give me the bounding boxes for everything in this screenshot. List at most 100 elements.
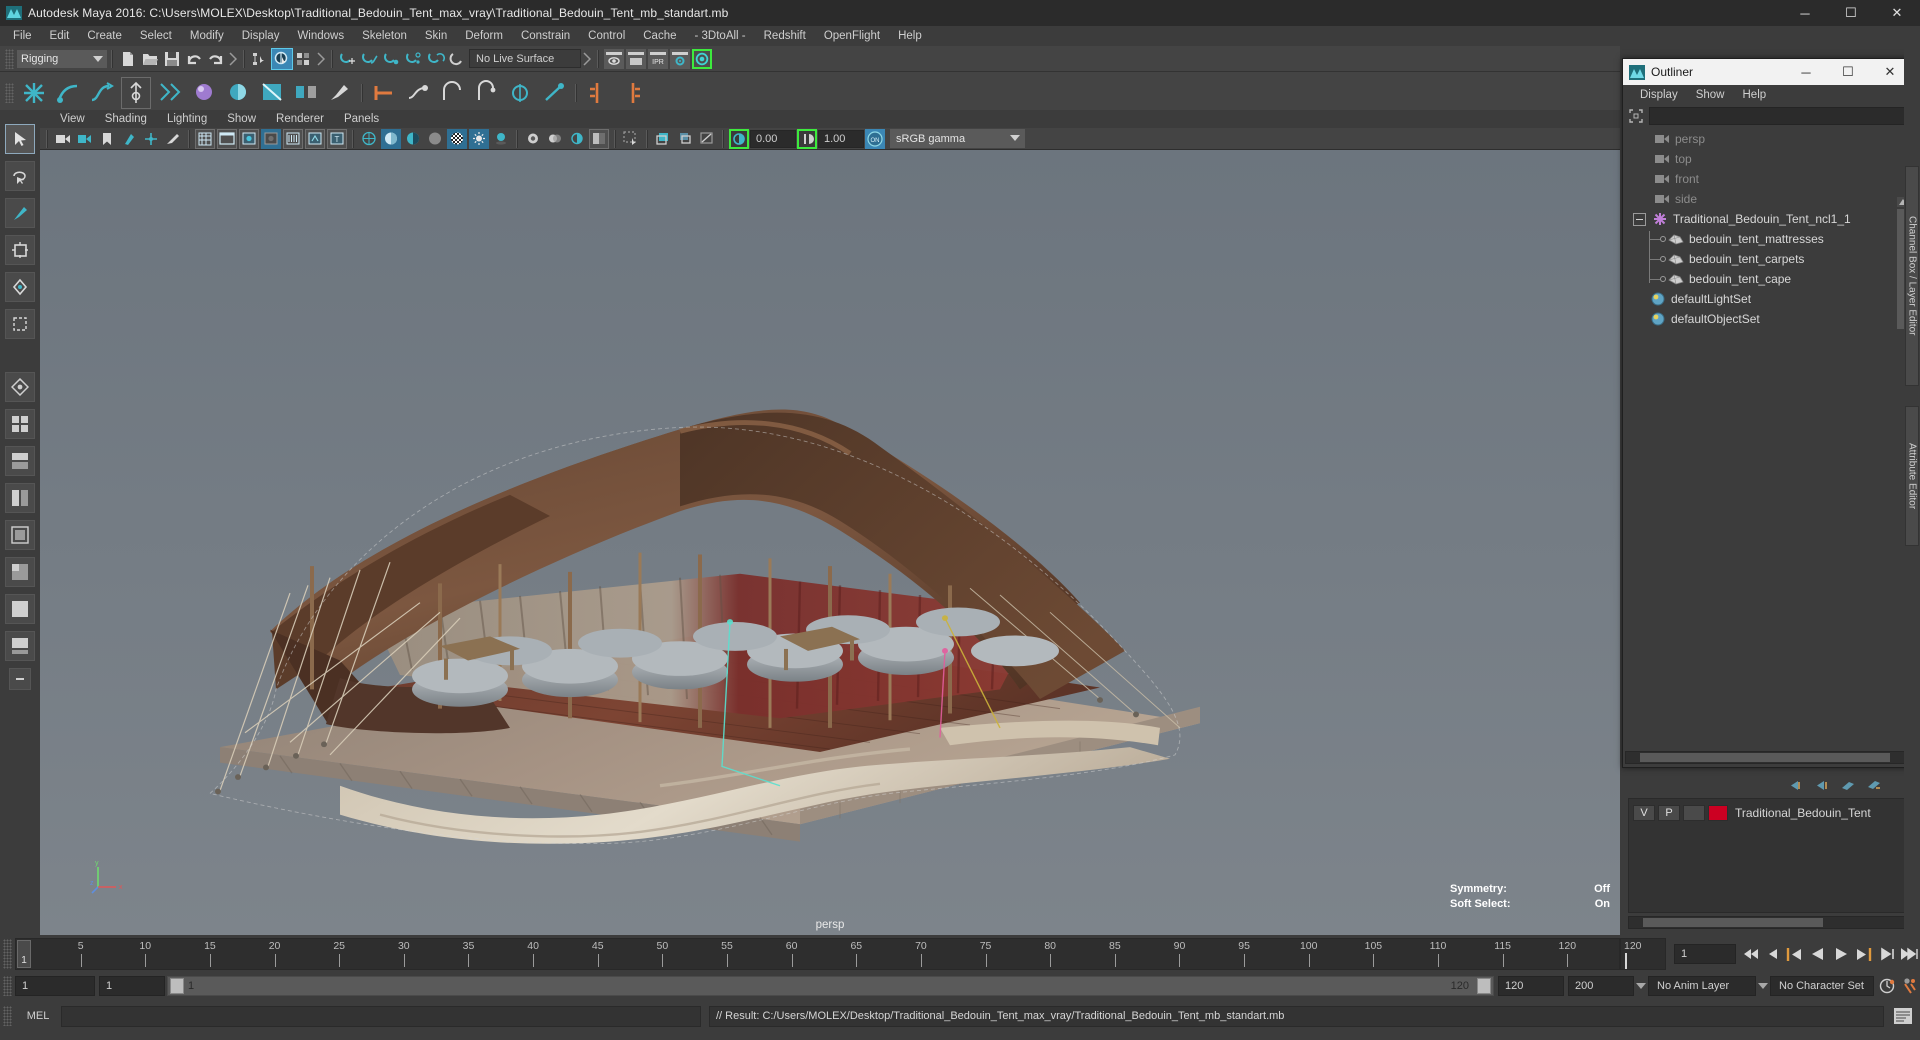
render-settings-icon[interactable] bbox=[670, 48, 690, 69]
anim-layer-field[interactable]: No Anim Layer bbox=[1648, 976, 1756, 996]
smooth-shade-all-icon[interactable] bbox=[381, 128, 401, 149]
outliner-item-cape[interactable]: bedouin_tent_cape bbox=[1623, 269, 1911, 289]
menu-select[interactable]: Select bbox=[131, 28, 181, 44]
depth-of-field-icon[interactable] bbox=[589, 128, 609, 149]
persp-view-layout[interactable] bbox=[5, 557, 35, 587]
xray-active-components-icon[interactable] bbox=[697, 129, 717, 149]
range-slider-bar[interactable]: 1 120 bbox=[167, 976, 1494, 996]
camera-attributes-icon[interactable] bbox=[75, 129, 95, 149]
outliner-menu-help[interactable]: Help bbox=[1734, 88, 1776, 102]
layer-list-horizontal-scrollbar[interactable] bbox=[1628, 916, 1912, 929]
outliner-item-top[interactable]: top bbox=[1623, 149, 1911, 169]
menu-cache[interactable]: Cache bbox=[634, 28, 685, 44]
gate-mask-icon[interactable] bbox=[261, 128, 281, 149]
exposure-icon[interactable] bbox=[729, 128, 749, 149]
toolbar-grip[interactable] bbox=[5, 48, 14, 69]
outliner-menu-show[interactable]: Show bbox=[1687, 88, 1734, 102]
range-playback-end-field[interactable]: 120 bbox=[1498, 976, 1564, 996]
scale-constraint-icon[interactable] bbox=[471, 77, 501, 109]
snap-to-point-icon[interactable] bbox=[381, 48, 403, 70]
chevron-down-icon[interactable] bbox=[1756, 976, 1770, 996]
menu-constrain[interactable]: Constrain bbox=[512, 28, 579, 44]
snap-to-curve-icon[interactable] bbox=[359, 48, 381, 70]
go-to-start-icon[interactable] bbox=[1738, 943, 1759, 965]
range-playback-start-field[interactable]: 1 bbox=[99, 976, 165, 996]
current-frame-field[interactable]: 1 bbox=[1674, 944, 1736, 964]
range-slider-grip[interactable] bbox=[3, 976, 12, 996]
isolate-select-icon[interactable] bbox=[621, 129, 641, 149]
layer-row[interactable]: V P Traditional_Bedouin_Tent bbox=[1629, 803, 1911, 823]
gamma-icon[interactable] bbox=[797, 128, 817, 149]
grease-pencil-icon[interactable] bbox=[163, 129, 183, 149]
insert-joint-tool-icon[interactable] bbox=[121, 76, 151, 109]
tab-attribute-editor[interactable]: Attribute Editor bbox=[1905, 406, 1919, 546]
ipr-render-icon[interactable]: IPR bbox=[648, 48, 668, 69]
range-start-handle[interactable] bbox=[170, 978, 184, 994]
collapse-section-icon[interactable] bbox=[581, 49, 593, 69]
hypershade-persp-layout[interactable] bbox=[5, 520, 35, 550]
outliner-horizontal-scrollbar[interactable] bbox=[1625, 751, 1909, 764]
command-line-grip[interactable] bbox=[3, 1006, 12, 1026]
tree-node-dot[interactable] bbox=[1660, 276, 1666, 282]
move-tool[interactable] bbox=[5, 235, 35, 265]
wireframe-icon[interactable] bbox=[359, 129, 379, 149]
step-forward-frame-icon[interactable] bbox=[1853, 943, 1874, 965]
menu-openflight[interactable]: OpenFlight bbox=[815, 28, 889, 44]
outliner-tree[interactable]: persp top front side Traditional_Bedouin… bbox=[1623, 127, 1911, 743]
xray-joints-icon[interactable] bbox=[675, 129, 695, 149]
menu-skeleton[interactable]: Skeleton bbox=[353, 28, 416, 44]
viewport-menu-panels[interactable]: Panels bbox=[334, 112, 389, 126]
outliner-item-defaultobjectset[interactable]: defaultObjectSet bbox=[1623, 309, 1911, 329]
detach-skin-icon[interactable] bbox=[291, 77, 321, 109]
point-constraint-icon[interactable] bbox=[403, 77, 433, 109]
layer-move-down-icon[interactable] bbox=[1812, 777, 1832, 793]
outliner-search-input[interactable] bbox=[1649, 107, 1907, 125]
scrollbar-thumb[interactable] bbox=[1640, 753, 1890, 762]
scale-tool[interactable] bbox=[5, 309, 35, 339]
undo-icon[interactable] bbox=[183, 48, 205, 70]
outliner-item-carpets[interactable]: bedouin_tent_carpets bbox=[1623, 249, 1911, 269]
parent-constraint-icon[interactable] bbox=[369, 77, 399, 109]
render-sequence-icon[interactable] bbox=[626, 48, 646, 69]
make-live-icon[interactable] bbox=[447, 48, 469, 70]
tab-channel-box-layer-editor[interactable]: Channel Box / Layer Editor bbox=[1905, 166, 1919, 386]
two-pane-layout[interactable] bbox=[5, 631, 35, 661]
orient-constraint-icon[interactable] bbox=[437, 77, 467, 109]
outliner-item-ncloth[interactable]: Traditional_Bedouin_Tent_ncl1_1 bbox=[1623, 209, 1911, 229]
layer-move-up-icon[interactable] bbox=[1786, 777, 1806, 793]
viewport-menu-view[interactable]: View bbox=[50, 112, 95, 126]
flat-shade-icon[interactable] bbox=[425, 129, 445, 149]
motion-blur-icon[interactable] bbox=[545, 129, 565, 149]
menu-deform[interactable]: Deform bbox=[456, 28, 512, 44]
mirror-joint-icon[interactable] bbox=[583, 77, 613, 109]
outliner-item-defaultlightset[interactable]: defaultLightSet bbox=[1623, 289, 1911, 309]
layer-type-toggle[interactable] bbox=[1683, 805, 1705, 821]
minimize-button[interactable]: ─ bbox=[1782, 0, 1828, 26]
select-by-object-icon[interactable] bbox=[271, 47, 293, 70]
aim-constraint-icon[interactable] bbox=[505, 77, 535, 109]
menu-3dtoall[interactable]: - 3DtoAll - bbox=[686, 28, 755, 44]
step-forward-keyframe-icon[interactable] bbox=[1876, 943, 1897, 965]
layer-playback-toggle[interactable]: P bbox=[1658, 805, 1680, 821]
smooth-shade-selected-icon[interactable] bbox=[403, 129, 423, 149]
go-to-end-icon[interactable] bbox=[1899, 943, 1920, 965]
shadows-icon[interactable] bbox=[491, 129, 511, 149]
tree-node-dot[interactable] bbox=[1660, 256, 1666, 262]
paint-weights-icon[interactable] bbox=[325, 77, 355, 109]
snap-to-view-planes-icon[interactable] bbox=[425, 48, 447, 70]
more-layouts[interactable] bbox=[9, 668, 31, 690]
close-button[interactable]: ✕ bbox=[1874, 0, 1920, 26]
time-slider-track[interactable]: 1 5 10 15 20 25 30 35 40 45 50 55 60 65 70 75 80 85 90 95 1… bbox=[15, 938, 1620, 970]
open-scene-icon[interactable] bbox=[139, 48, 161, 70]
last-tool-used[interactable] bbox=[5, 372, 35, 402]
chevron-down-icon[interactable] bbox=[1634, 976, 1648, 996]
orient-joint-icon[interactable] bbox=[617, 77, 647, 109]
menu-display[interactable]: Display bbox=[233, 28, 289, 44]
ik-spline-handle-icon[interactable] bbox=[87, 77, 117, 109]
paint-select-tool[interactable] bbox=[5, 198, 35, 228]
menu-modify[interactable]: Modify bbox=[181, 28, 233, 44]
xray-icon[interactable] bbox=[653, 129, 673, 149]
outliner-item-persp[interactable]: persp bbox=[1623, 129, 1911, 149]
pole-vector-icon[interactable] bbox=[539, 77, 569, 109]
select-tool[interactable] bbox=[5, 124, 35, 154]
